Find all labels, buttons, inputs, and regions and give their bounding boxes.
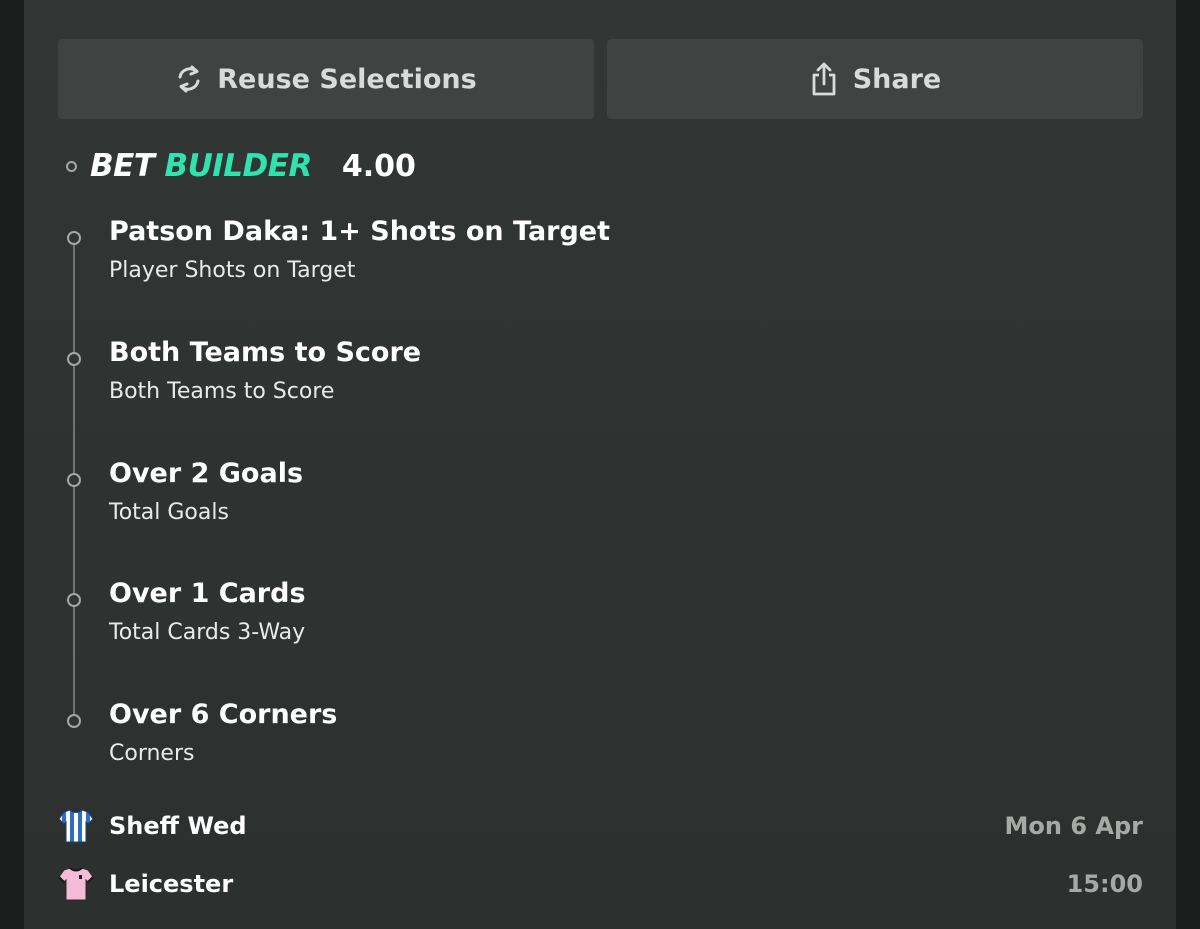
timeline-node-icon [67, 714, 81, 728]
timeline-node-icon [67, 593, 81, 607]
pink-shirt-icon [58, 866, 94, 902]
selection-title: Over 2 Goals [109, 458, 304, 489]
reuse-selections-button[interactable]: Reuse Selections [58, 39, 594, 119]
reuse-selections-label: Reuse Selections [217, 63, 477, 95]
bet-builder-header: BET BUILDER 4.00 [66, 143, 416, 189]
bet-card: Reuse Selections Share BET BUILDER 4.00 … [24, 0, 1176, 929]
bet-builder-label-bet: BET [90, 148, 155, 184]
selection-market: Total Goals [109, 500, 229, 525]
timeline-node-icon [67, 352, 81, 366]
match-date: Mon 6 Apr [1004, 812, 1143, 840]
selection-title: Patson Daka: 1+ Shots on Target [109, 216, 611, 247]
share-icon [809, 61, 839, 97]
away-team-row: Leicester 15:00 [58, 862, 1143, 906]
selection-market: Total Cards 3-Way [109, 620, 306, 645]
selection-market: Player Shots on Target [109, 258, 356, 283]
share-button[interactable]: Share [607, 39, 1143, 119]
bet-odds: 4.00 [341, 148, 416, 184]
away-team-name: Leicester [109, 870, 234, 898]
selection-market: Corners [109, 741, 195, 766]
selection-title: Both Teams to Score [109, 337, 422, 368]
share-label: Share [852, 63, 942, 95]
header-bullet-icon [66, 160, 77, 172]
home-team-name: Sheff Wed [109, 812, 247, 840]
bet-builder-label-builder: BUILDER [164, 148, 312, 184]
selection-title: Over 6 Corners [109, 699, 338, 730]
timeline-node-icon [67, 231, 81, 245]
refresh-icon [175, 64, 203, 94]
striped-shirt-icon [58, 808, 94, 844]
match-time: 15:00 [1066, 870, 1143, 898]
timeline-node-icon [67, 473, 81, 487]
home-team-row: Sheff Wed Mon 6 Apr [58, 804, 1143, 848]
selection-market: Both Teams to Score [109, 379, 335, 404]
selection-title: Over 1 Cards [109, 578, 306, 609]
